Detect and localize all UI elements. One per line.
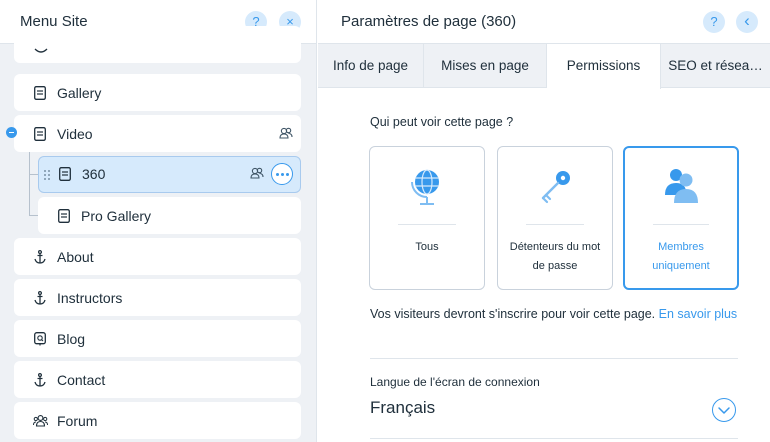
page-settings-header: Paramètres de page (360) ? ‹ (318, 0, 770, 44)
collapse-subpages-button[interactable] (6, 127, 17, 138)
page-item-partial[interactable] (14, 26, 301, 63)
option-label: Membres uniquement (652, 241, 710, 272)
page-item-label: Instructors (57, 290, 123, 306)
members-only-icon (250, 167, 264, 179)
page-item-label: Pro Gallery (81, 208, 152, 224)
login-language-value[interactable]: Français (370, 398, 435, 418)
anchor-icon (34, 291, 46, 305)
tab-layouts[interactable]: Mises en page (424, 44, 547, 88)
page-item-gallery[interactable]: Gallery (14, 74, 301, 111)
forum-icon (33, 415, 48, 427)
tab-permissions[interactable]: Permissions (547, 44, 661, 89)
anchor-icon (34, 250, 46, 264)
page-item-label: Gallery (57, 85, 102, 101)
tab-seo-social[interactable]: SEO et résea… (661, 44, 770, 88)
card-divider (526, 224, 584, 225)
globe-icon (411, 169, 439, 205)
page-settings-title: Paramètres de page (360) (341, 13, 517, 30)
option-password-holders[interactable]: Détenteurs du mot de passe (497, 146, 613, 290)
page-item-label: Forum (57, 413, 98, 429)
page-item-label: About (57, 249, 94, 265)
card-divider (398, 224, 456, 225)
permissions-info: Vos visiteurs devront s'inscrire pour vo… (370, 305, 740, 324)
tree-connector (29, 215, 38, 216)
back-button[interactable]: ‹ (736, 11, 758, 33)
page-icon (58, 209, 70, 223)
page-item-about[interactable]: About (14, 238, 301, 275)
settings-tabs: Info de page Mises en page Permissions S… (318, 44, 770, 89)
members-icon (665, 169, 698, 203)
learn-more-link[interactable]: En savoir plus (659, 307, 738, 321)
page-icon (34, 127, 46, 141)
key-icon (541, 171, 570, 204)
page-icon (34, 48, 48, 53)
page-item-360[interactable]: 360 (38, 156, 301, 193)
page-item-label: Contact (57, 372, 106, 388)
chevron-down-icon (718, 407, 730, 414)
page-item-forum[interactable]: Forum (14, 402, 301, 439)
blog-icon (34, 332, 46, 346)
tree-connector (29, 152, 30, 215)
members-only-icon (279, 127, 293, 139)
card-divider (653, 224, 709, 225)
permissions-question: Qui peut voir cette page ? (370, 115, 514, 129)
option-label: Tous (415, 241, 439, 253)
info-text: Vos visiteurs devront s'inscrire pour vo… (370, 307, 656, 321)
page-item-label: Video (57, 126, 93, 142)
page-item-instructors[interactable]: Instructors (14, 279, 301, 316)
help-button[interactable]: ? (703, 11, 725, 33)
section-divider (370, 438, 738, 439)
page-icon (59, 167, 71, 181)
more-actions-button[interactable] (271, 163, 293, 185)
page-tree: Gallery Video 360 Pro Gallery About Inst… (0, 26, 316, 442)
login-language-label: Langue de l'écran de connexion (370, 375, 540, 389)
page-item-contact[interactable]: Contact (14, 361, 301, 398)
page-item-label: Blog (57, 331, 86, 347)
anchor-icon (34, 373, 46, 387)
drag-handle-icon[interactable] (44, 168, 52, 182)
tree-connector (29, 174, 38, 175)
page-item-label: 360 (82, 166, 106, 182)
page-item-blog[interactable]: Blog (14, 320, 301, 357)
page-item-video[interactable]: Video (14, 115, 301, 152)
option-everyone[interactable]: Tous (369, 146, 485, 290)
section-divider (370, 358, 738, 359)
option-label: Détenteurs du mot de passe (509, 241, 601, 272)
page-icon (34, 86, 46, 100)
page-item-pro-gallery[interactable]: Pro Gallery (38, 197, 301, 234)
language-dropdown-button[interactable] (712, 398, 736, 422)
tab-page-info[interactable]: Info de page (318, 44, 424, 88)
page-settings-panel: Paramètres de page (360) ? ‹ Info de pag… (318, 0, 770, 442)
option-members-only[interactable]: Membres uniquement (623, 146, 739, 290)
site-menu-panel: Menu Site ? × Gallery Video 360 Pro Gall… (0, 0, 317, 442)
